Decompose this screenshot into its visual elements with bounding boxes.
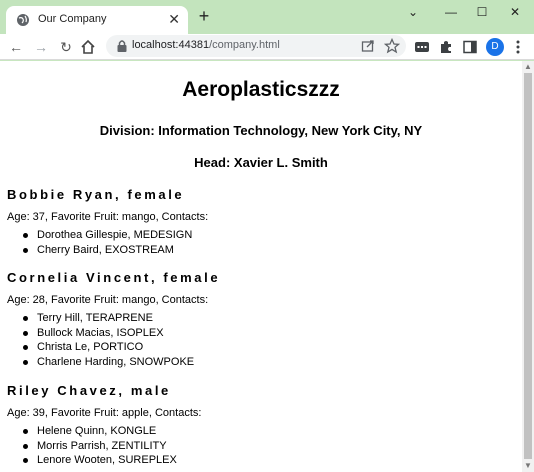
- list-item: Helene Quinn, KONGLE: [22, 424, 177, 439]
- scroll-down-arrow-icon[interactable]: ▼: [522, 460, 534, 472]
- browser-toolbar: ← → ↻ localhost:44381/company.html D: [0, 34, 534, 60]
- contact-list: Dorothea Gillespie, MEDESIGN Cherry Bair…: [22, 228, 192, 257]
- extensions-puzzle-icon[interactable]: [438, 39, 454, 55]
- scrollbar-thumb[interactable]: [524, 73, 532, 459]
- list-item: Cherry Baird, EXOSTREAM: [22, 243, 192, 258]
- back-button[interactable]: ←: [6, 37, 26, 57]
- list-item: Morris Parrish, ZENTILITY: [22, 439, 177, 454]
- person-heading: Cornelia Vincent, female: [7, 270, 221, 285]
- profile-avatar[interactable]: D: [486, 38, 504, 56]
- list-item: Christa Le, PORTICO: [22, 340, 194, 355]
- bookmark-star-icon[interactable]: [384, 38, 400, 54]
- url-text: localhost:44381/company.html: [132, 39, 280, 51]
- person-heading: Riley Chavez, male: [7, 383, 171, 398]
- contact-list: Terry Hill, TERAPRENE Bullock Macias, IS…: [22, 311, 194, 369]
- scroll-up-arrow-icon[interactable]: ▲: [522, 61, 534, 73]
- extension-media-icon[interactable]: [414, 39, 430, 55]
- list-item: Charlene Harding, SNOWPOKE: [22, 355, 194, 370]
- lock-icon[interactable]: [116, 39, 128, 53]
- chevron-down-icon[interactable]: ⌄: [398, 3, 428, 21]
- maximize-button[interactable]: ☐: [467, 3, 497, 21]
- forward-button[interactable]: →: [31, 37, 51, 57]
- reload-button[interactable]: ↻: [56, 37, 76, 57]
- list-item: Terry Hill, TERAPRENE: [22, 311, 194, 326]
- close-tab-icon[interactable]: ✕: [168, 11, 180, 27]
- close-window-button[interactable]: ✕: [500, 3, 530, 21]
- new-tab-button[interactable]: +: [194, 6, 214, 26]
- list-item: Dorothea Gillespie, MEDESIGN: [22, 228, 192, 243]
- globe-icon: [17, 14, 29, 26]
- tab-title: Our Company: [38, 13, 107, 25]
- minimize-button[interactable]: —: [436, 3, 466, 21]
- person-info: Age: 39, Favorite Fruit: apple, Contacts…: [7, 407, 202, 419]
- tab-strip: Our Company ✕ + ⌄ — ☐ ✕: [0, 0, 534, 34]
- more-menu-icon[interactable]: [512, 39, 524, 55]
- company-title: Aeroplasticszzz: [182, 78, 340, 101]
- share-icon[interactable]: [360, 38, 376, 54]
- person-info: Age: 28, Favorite Fruit: mango, Contacts…: [7, 294, 209, 306]
- vertical-scrollbar[interactable]: ▲ ▼: [522, 61, 534, 472]
- head-heading: Head: Xavier L. Smith: [194, 155, 328, 170]
- home-icon[interactable]: [80, 39, 96, 55]
- division-heading: Division: Information Technology, New Yo…: [99, 123, 423, 138]
- person-info: Age: 37, Favorite Fruit: mango, Contacts…: [7, 211, 209, 223]
- side-panel-icon[interactable]: [462, 39, 478, 55]
- page-viewport: Aeroplasticszzz Division: Information Te…: [0, 61, 522, 472]
- tab-our-company[interactable]: Our Company ✕: [6, 6, 188, 34]
- list-item: Bullock Macias, ISOPLEX: [22, 326, 194, 341]
- person-heading: Bobbie Ryan, female: [7, 187, 185, 202]
- list-item: Lenore Wooten, SUREPLEX: [22, 453, 177, 468]
- address-bar[interactable]: localhost:44381/company.html: [106, 35, 406, 57]
- contact-list: Helene Quinn, KONGLE Morris Parrish, ZEN…: [22, 424, 177, 468]
